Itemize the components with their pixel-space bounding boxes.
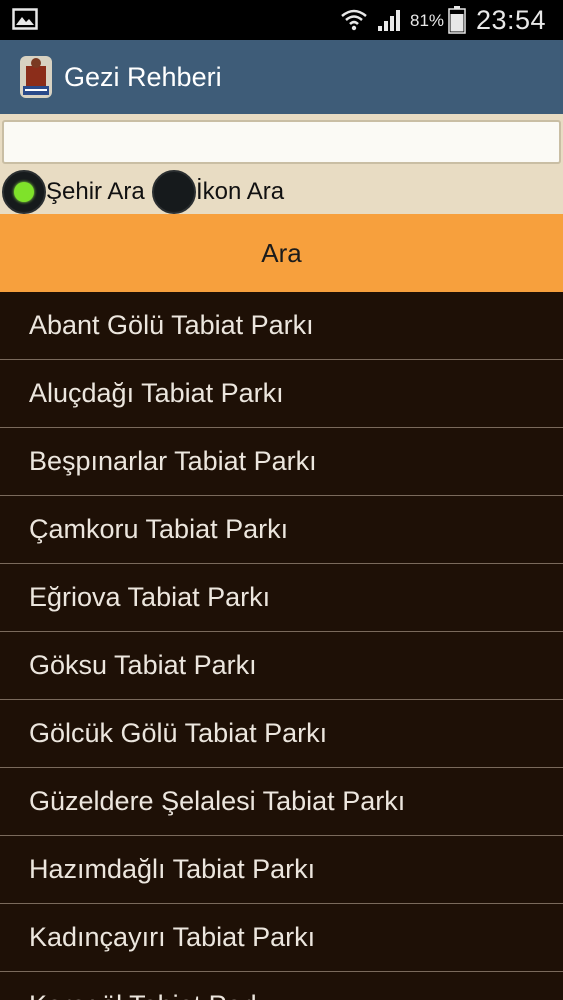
radio-label-sehir-ara[interactable]: Şehir Ara (46, 178, 145, 206)
list-item[interactable]: Göksu Tabiat Parkı (0, 632, 563, 700)
radio-ikon-ara[interactable] (152, 170, 196, 214)
list-item[interactable]: Abant Gölü Tabiat Parkı (0, 292, 563, 360)
image-notification-icon (12, 8, 38, 30)
list-item[interactable]: Beşpınarlar Tabiat Parkı (0, 428, 563, 496)
clock: 23:54 (476, 5, 547, 35)
battery-percent: 81% (410, 11, 445, 30)
list-item[interactable]: Çamkoru Tabiat Parkı (0, 496, 563, 564)
app-title: Gezi Rehberi (64, 62, 222, 92)
list-item[interactable]: Hazımdağlı Tabiat Parkı (0, 836, 563, 904)
search-area: Şehir Ara İkon Ara (0, 114, 563, 214)
list-item[interactable]: Güzeldere Şelalesi Tabiat Parkı (0, 768, 563, 836)
search-button[interactable]: Ara (0, 214, 563, 292)
list-item[interactable]: Eğriova Tabiat Parkı (0, 564, 563, 632)
result-list: Abant Gölü Tabiat Parkı Aluçdağı Tabiat … (0, 292, 563, 1000)
radio-label-ikon-ara[interactable]: İkon Ara (196, 178, 284, 206)
list-item[interactable]: Karagöl Tabiat Parkı (0, 972, 563, 1000)
app-logo-icon (20, 56, 52, 98)
signal-strength-icon (378, 10, 400, 31)
list-item[interactable]: Kadınçayırı Tabiat Parkı (0, 904, 563, 972)
radio-sehir-ara[interactable] (2, 170, 46, 214)
radio-selected-dot (14, 182, 34, 202)
action-bar: Gezi Rehberi (0, 40, 563, 114)
list-item[interactable]: Gölcük Gölü Tabiat Parkı (0, 700, 563, 768)
list-item[interactable]: Aluçdağı Tabiat Parkı (0, 360, 563, 428)
battery-icon (448, 6, 466, 34)
wifi-icon (341, 9, 367, 31)
search-input[interactable] (2, 120, 561, 164)
search-type-options: Şehir Ara İkon Ara (0, 170, 563, 214)
status-bar: 81% 23:54 (0, 0, 563, 40)
